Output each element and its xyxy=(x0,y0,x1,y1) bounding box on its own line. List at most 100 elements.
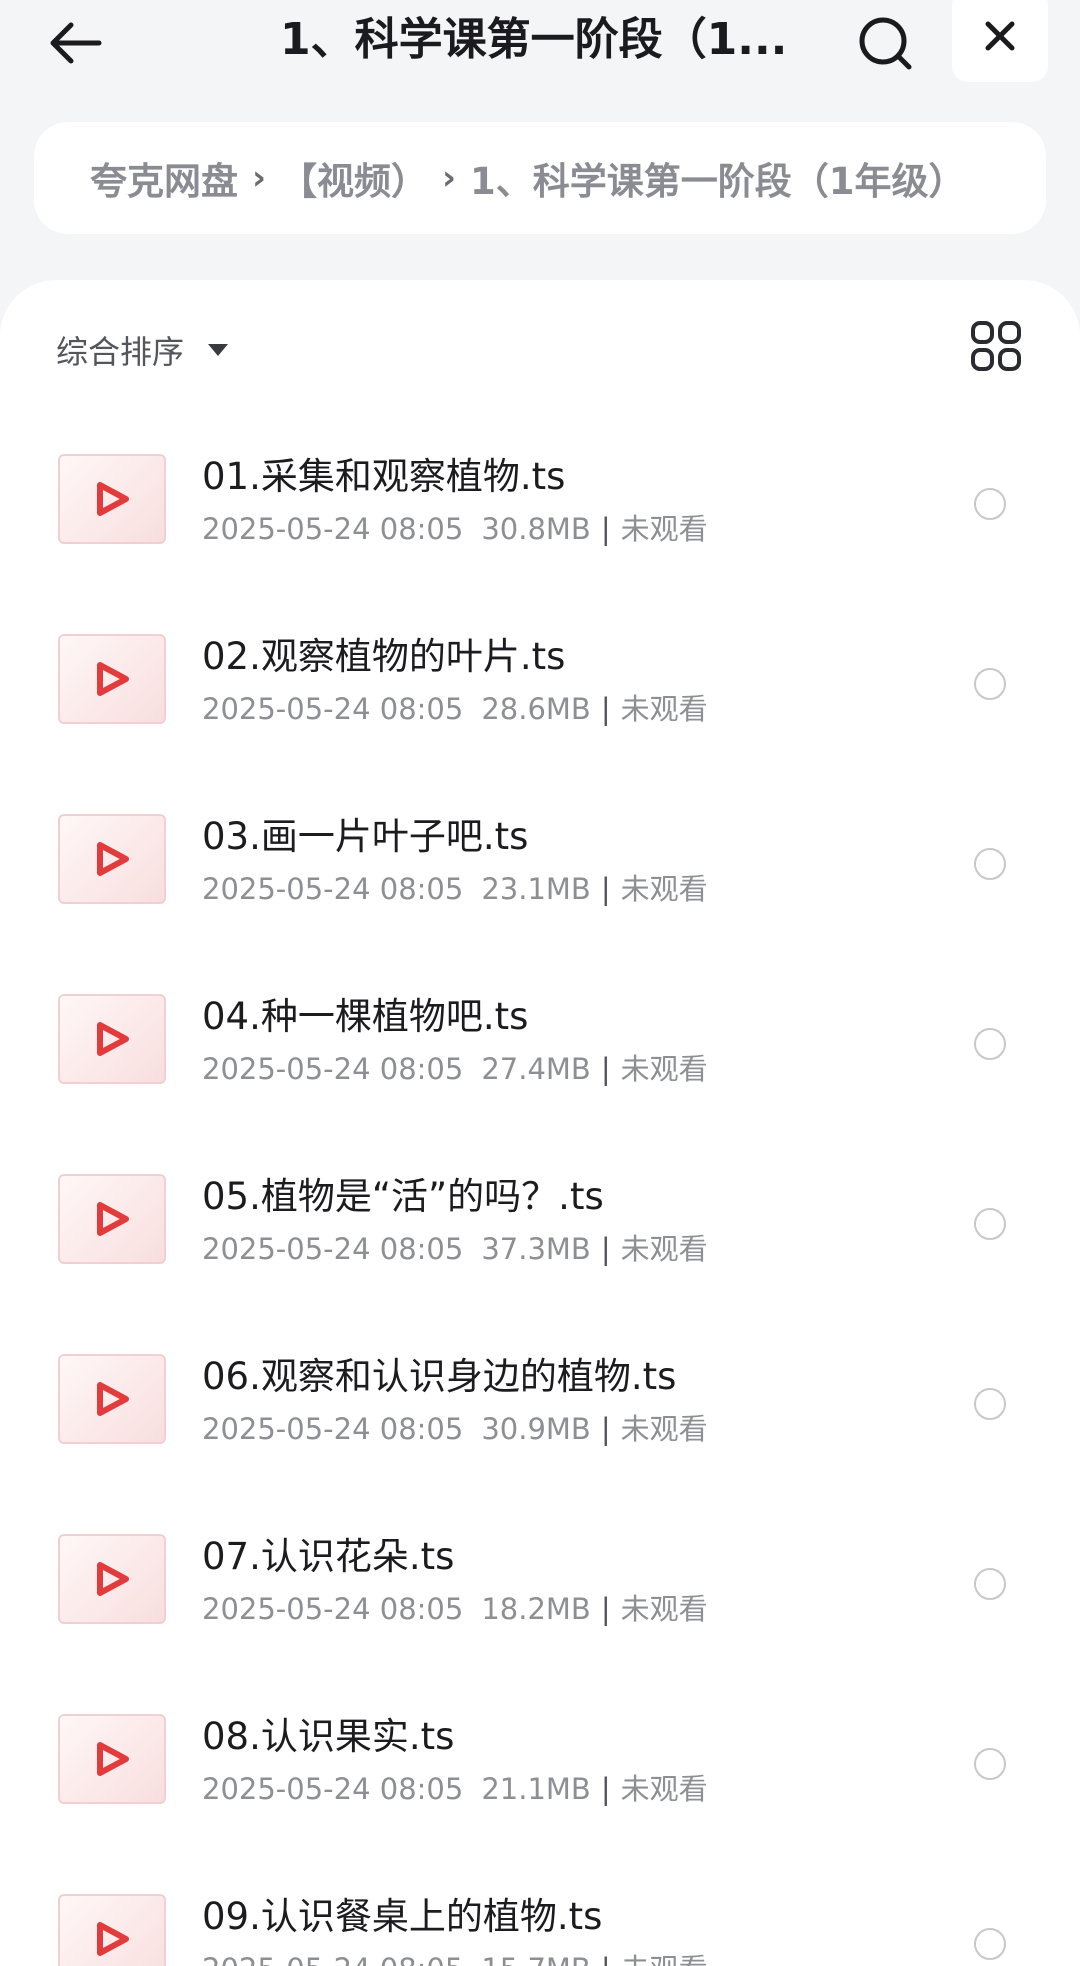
breadcrumb-item-current[interactable]: 1、科学课第一阶段（1年级） xyxy=(470,151,966,205)
file-size: 30.9MB xyxy=(481,1412,591,1446)
file-size: 30.8MB xyxy=(481,512,591,546)
page-title: 1、科学课第一阶段（1... xyxy=(280,14,788,65)
file-size: 18.2MB xyxy=(481,1592,591,1626)
watch-status: 未观看 xyxy=(620,1232,708,1266)
file-list-item[interactable]: 03.画一片叶子吧.ts 2025-05-24 08:05 23.1MB | 未观看 xyxy=(0,780,1080,960)
grid-view-button[interactable] xyxy=(970,320,1022,372)
file-size: 23.1MB xyxy=(481,872,591,906)
file-name: 03.画一片叶子吧.ts xyxy=(202,815,529,858)
watch-status: 未观看 xyxy=(620,512,708,546)
close-button[interactable] xyxy=(952,0,1048,82)
file-meta: 2025-05-24 08:05 30.9MB | 未观看 xyxy=(202,1412,708,1446)
file-name: 02.观察植物的叶片.ts xyxy=(202,635,566,678)
select-radio[interactable] xyxy=(974,1208,1006,1240)
file-date: 2025-05-24 08:05 xyxy=(202,1772,464,1806)
play-icon xyxy=(97,1022,129,1056)
file-list-item[interactable]: 05.植物是“活”的吗？.ts 2025-05-24 08:05 37.3MB | 未… xyxy=(0,1140,1080,1320)
file-date: 2025-05-24 08:05 xyxy=(202,692,464,726)
search-button[interactable] xyxy=(850,8,920,78)
play-icon xyxy=(97,1202,129,1236)
select-radio[interactable] xyxy=(974,1748,1006,1780)
file-list-item[interactable]: 08.认识果实.ts 2025-05-24 08:05 21.1MB | 未观看 xyxy=(0,1680,1080,1860)
play-icon xyxy=(97,662,129,696)
video-thumbnail xyxy=(58,1714,166,1804)
file-name: 07.认识花朵.ts xyxy=(202,1535,455,1578)
file-meta: 2025-05-24 08:05 23.1MB | 未观看 xyxy=(202,872,708,906)
sort-dropdown[interactable]: 综合排序 xyxy=(56,320,229,380)
video-thumbnail xyxy=(58,1354,166,1444)
file-list-item[interactable]: 04.种一棵植物吧.ts 2025-05-24 08:05 27.4MB | 未观看 xyxy=(0,960,1080,1140)
file-name: 06.观察和认识身边的植物.ts xyxy=(202,1355,677,1398)
watch-status: 未观看 xyxy=(621,1952,708,1966)
breadcrumb: 夸克网盘 › 【视频） › 1、科学课第一阶段（1年级） xyxy=(34,122,1046,234)
video-thumbnail xyxy=(58,1174,166,1264)
file-meta: 2025-05-24 08:0515.7MB|未观看 xyxy=(202,1946,708,1966)
file-size: 27.4MB xyxy=(481,1052,591,1086)
video-thumbnail xyxy=(58,814,166,904)
select-radio[interactable] xyxy=(974,1928,1006,1960)
file-name: 05.植物是“活”的吗？.ts xyxy=(202,1175,604,1218)
breadcrumb-separator: › xyxy=(442,158,457,198)
play-icon xyxy=(97,842,129,876)
video-thumbnail xyxy=(58,994,166,1084)
file-size: 28.6MB xyxy=(481,692,591,726)
file-list-item[interactable]: 07.认识花朵.ts 2025-05-24 08:05 18.2MB | 未观看 xyxy=(0,1500,1080,1680)
file-name: 09.认识餐桌上的植物.ts xyxy=(202,1895,603,1938)
file-size: 37.3MB xyxy=(481,1232,591,1266)
select-radio[interactable] xyxy=(974,1568,1006,1600)
file-date: 2025-05-24 08:05 xyxy=(202,1052,464,1086)
play-icon xyxy=(97,482,129,516)
file-size: 21.1MB xyxy=(481,1772,591,1806)
file-list-item[interactable]: 01.采集和观察植物.ts 2025-05-24 08:05 30.8MB | 未观看 xyxy=(0,420,1080,600)
file-list: 01.采集和观察植物.ts 2025-05-24 08:05 30.8MB | 未观看… xyxy=(0,420,1080,1966)
video-thumbnail xyxy=(58,1534,166,1624)
play-icon xyxy=(97,1922,129,1956)
watch-status: 未观看 xyxy=(620,1052,708,1086)
watch-status: 未观看 xyxy=(620,692,708,726)
video-thumbnail xyxy=(58,1894,166,1966)
file-list-item[interactable]: 09.认识餐桌上的植物.ts 2025-05-24 08:0515.7MB|未观… xyxy=(0,1860,1080,1966)
file-meta: 2025-05-24 08:05 28.6MB | 未观看 xyxy=(202,692,708,726)
play-icon xyxy=(97,1742,129,1776)
play-icon xyxy=(97,1382,129,1416)
file-date: 2025-05-24 08:05 xyxy=(202,512,464,546)
back-button[interactable] xyxy=(40,8,110,78)
file-meta: 2025-05-24 08:05 18.2MB | 未观看 xyxy=(202,1592,708,1626)
file-name: 04.种一棵植物吧.ts xyxy=(202,995,529,1038)
play-icon xyxy=(97,1562,129,1596)
watch-status: 未观看 xyxy=(620,1412,708,1446)
watch-status: 未观看 xyxy=(620,872,708,906)
watch-status: 未观看 xyxy=(620,1772,708,1806)
breadcrumb-separator: › xyxy=(252,158,267,198)
select-radio[interactable] xyxy=(974,488,1006,520)
file-date: 2025-05-24 08:05 xyxy=(202,872,464,906)
video-thumbnail xyxy=(58,634,166,724)
breadcrumb-item-root[interactable]: 夸克网盘 xyxy=(90,151,238,205)
close-icon xyxy=(985,21,1015,51)
file-list-panel: 综合排序 01.采集和观察植物.ts 2025-05-24 08:05 30.8M… xyxy=(0,280,1080,1966)
file-list-item[interactable]: 06.观察和认识身边的植物.ts 2025-05-24 08:05 30.9MB |… xyxy=(0,1320,1080,1500)
sort-label: 综合排序 xyxy=(56,333,185,371)
file-list-item[interactable]: 02.观察植物的叶片.ts 2025-05-24 08:05 28.6MB | 未观看 xyxy=(0,600,1080,780)
select-radio[interactable] xyxy=(974,1028,1006,1060)
header: 1、科学课第一阶段（1... xyxy=(0,0,1080,110)
file-meta: 2025-05-24 08:05 30.8MB | 未观看 xyxy=(202,512,708,546)
grid-view-icon xyxy=(971,321,1021,371)
file-size: 15.7MB xyxy=(481,1952,591,1966)
file-date: 2025-05-24 08:05 xyxy=(202,1412,464,1446)
select-radio[interactable] xyxy=(974,668,1006,700)
file-meta: 2025-05-24 08:05 27.4MB | 未观看 xyxy=(202,1052,708,1086)
arrow-left-icon xyxy=(50,22,102,64)
file-date: 2025-05-24 08:05 xyxy=(202,1952,463,1966)
file-name: 08.认识果实.ts xyxy=(202,1715,455,1758)
select-radio[interactable] xyxy=(974,1388,1006,1420)
file-date: 2025-05-24 08:05 xyxy=(202,1592,464,1626)
video-thumbnail xyxy=(58,454,166,544)
search-icon xyxy=(859,17,912,70)
caret-down-icon xyxy=(208,344,229,356)
file-date: 2025-05-24 08:05 xyxy=(202,1232,464,1266)
breadcrumb-item-videos[interactable]: 【视频） xyxy=(280,151,428,205)
file-meta: 2025-05-24 08:05 21.1MB | 未观看 xyxy=(202,1772,708,1806)
select-radio[interactable] xyxy=(974,848,1006,880)
file-name: 01.采集和观察植物.ts xyxy=(202,455,566,498)
